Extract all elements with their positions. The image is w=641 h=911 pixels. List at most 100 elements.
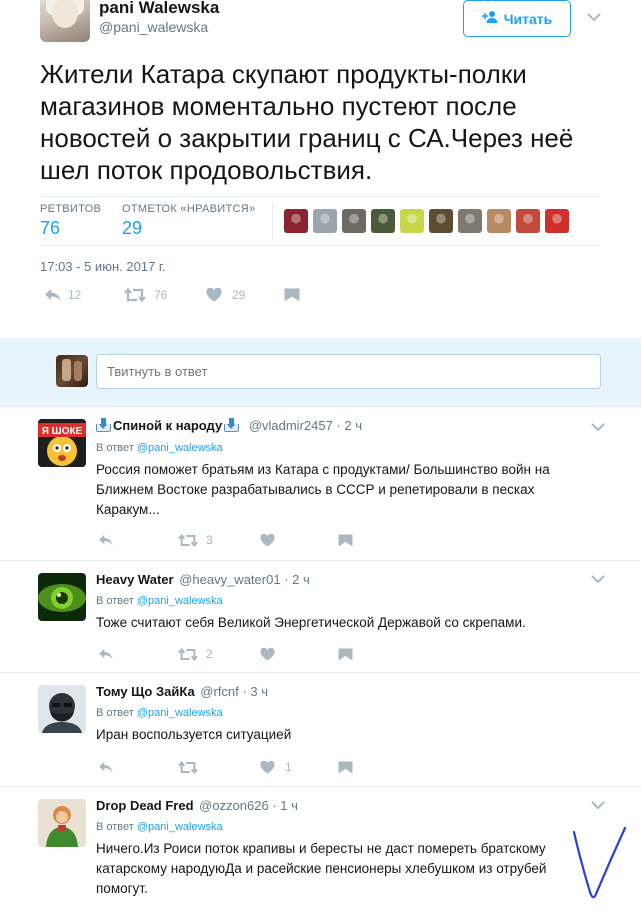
likes-label: ОТМЕТОК «НРАВИТСЯ» [122, 203, 256, 215]
in-reply-to: В ответ @pani_walewska [96, 442, 223, 454]
tweet-actions: 12 76 29 [44, 288, 300, 302]
inbox-tray-icon [224, 418, 240, 432]
reply-time-separator: · [284, 572, 293, 587]
message-action[interactable] [284, 288, 300, 302]
reply-time[interactable]: 1 ч [280, 798, 298, 813]
reply-actions: 3 [98, 533, 353, 547]
liker-avatar[interactable] [429, 209, 453, 233]
author-handle[interactable]: @pani_walewska [99, 19, 208, 35]
tweet-timestamp[interactable]: 17:03 - 5 июн. 2017 г. [40, 259, 166, 274]
direct-message-icon [338, 533, 353, 547]
likers-avatars [284, 209, 569, 233]
user-avatar[interactable] [56, 355, 88, 387]
reply-count: 12 [68, 288, 82, 302]
liker-avatar[interactable] [516, 209, 540, 233]
reply-tweet: Тому Що ЗайКа @rfcnf · 3 ч В ответ @pani… [0, 673, 641, 787]
retweets-label: РЕТВИТОВ [40, 203, 102, 215]
reply-actions: 1 [98, 760, 353, 774]
reply-avatar[interactable]: Я ШОКЕ [38, 419, 86, 467]
retweet-icon [178, 760, 198, 774]
liker-avatar[interactable] [342, 209, 366, 233]
in-reply-to: В ответ @pani_walewska [96, 707, 223, 719]
liker-avatar[interactable] [371, 209, 395, 233]
reply-action[interactable]: 12 [44, 288, 124, 302]
reply-tweet: Heavy Water @heavy_water01 · 2 ч В ответ… [0, 561, 641, 673]
likes-count: 29 [122, 218, 143, 238]
reply-action[interactable] [98, 761, 178, 773]
in-reply-to: В ответ @pani_walewska [96, 821, 223, 833]
author-name[interactable]: pani Walewska [99, 0, 219, 18]
reply-header: Heavy Water @heavy_water01 · 2 ч [96, 572, 310, 587]
reply-input[interactable] [96, 354, 601, 389]
chevron-down-icon[interactable] [587, 12, 601, 22]
reply-time[interactable]: 2 ч [292, 572, 310, 587]
reply-author-handle[interactable]: @heavy_water01 [179, 572, 280, 587]
like-action[interactable] [260, 647, 338, 661]
reply-author-name[interactable]: Спиной к народу [113, 418, 222, 433]
reply-author-name[interactable]: Drop Dead Fred [96, 798, 194, 813]
reply-time[interactable]: 2 ч [344, 418, 362, 433]
in-reply-mention[interactable]: @pani_walewska [137, 595, 223, 607]
reply-icon [98, 761, 114, 773]
like-action[interactable] [260, 533, 338, 547]
direct-message-icon [338, 647, 353, 661]
heart-icon [260, 533, 275, 547]
liker-avatar[interactable] [545, 209, 569, 233]
reply-icon [44, 288, 62, 302]
in-reply-mention[interactable]: @pani_walewska [137, 821, 223, 833]
reply-avatar[interactable] [38, 685, 86, 733]
inbox-tray-icon [96, 418, 111, 432]
retweet-action[interactable]: 2 [178, 647, 260, 661]
like-action[interactable]: 29 [206, 288, 284, 302]
retweet-action[interactable]: 3 [178, 533, 260, 547]
reply-action[interactable] [98, 534, 178, 546]
reply-avatar[interactable] [38, 799, 86, 847]
direct-message-icon [338, 760, 353, 774]
like-action[interactable]: 1 [260, 760, 338, 774]
reply-avatar[interactable] [38, 573, 86, 621]
in-reply-mention[interactable]: @pani_walewska [137, 707, 223, 719]
retweet-icon [178, 647, 198, 661]
likes-stat[interactable]: ОТМЕТОК «НРАВИТСЯ» 29 [122, 203, 255, 239]
reply-time[interactable]: 3 ч [250, 684, 268, 699]
in-reply-to: В ответ @pani_walewska [96, 595, 223, 607]
reply-actions: 2 [98, 647, 353, 661]
reply-text: Иран воспользуется ситуацией [96, 727, 292, 742]
tweet-stats: РЕТВИТОВ 76 ОТМЕТОК «НРАВИТСЯ» 29 [40, 196, 600, 246]
chevron-down-icon[interactable] [591, 574, 605, 584]
retweet-count: 76 [154, 288, 168, 302]
liker-avatar[interactable] [400, 209, 424, 233]
chevron-down-icon[interactable] [591, 800, 605, 810]
reply-icon [98, 534, 114, 546]
retweet-icon [178, 533, 198, 547]
stats-divider [272, 202, 273, 240]
liker-avatar[interactable] [284, 209, 308, 233]
reply-author-name[interactable]: Heavy Water [96, 572, 174, 587]
reply-action[interactable] [98, 648, 178, 660]
add-user-icon [481, 10, 498, 27]
reply-author-handle[interactable]: @rfcnf [200, 684, 238, 699]
reply-author-handle[interactable]: @ozzon626 [199, 798, 269, 813]
reply-tweet: Я ШОКЕ Спиной к народу @vladmir2457 · 2 … [0, 407, 641, 561]
message-action[interactable] [338, 760, 353, 774]
retweets-stat[interactable]: РЕТВИТОВ 76 [40, 203, 101, 239]
reply-text: Ничего.Из Роиси поток крапивы и бересты … [96, 841, 547, 896]
message-action[interactable] [338, 647, 353, 661]
like-count: 1 [285, 760, 292, 774]
chevron-down-icon[interactable] [591, 422, 605, 432]
liker-avatar[interactable] [313, 209, 337, 233]
heart-icon [260, 647, 275, 661]
direct-message-icon [284, 288, 300, 302]
retweet-action[interactable] [178, 760, 260, 774]
liker-avatar[interactable] [458, 209, 482, 233]
retweet-count: 3 [206, 533, 213, 547]
liker-avatar[interactable] [487, 209, 511, 233]
reply-author-name[interactable]: Тому Що ЗайКа [96, 684, 195, 699]
message-action[interactable] [338, 533, 353, 547]
follow-button[interactable]: Читать [463, 0, 571, 37]
in-reply-mention[interactable]: @pani_walewska [137, 442, 223, 454]
in-reply-prefix: В ответ [96, 707, 134, 719]
retweet-action[interactable]: 76 [124, 288, 206, 302]
author-avatar[interactable] [40, 0, 90, 42]
reply-author-handle[interactable]: @vladmir2457 [249, 418, 333, 433]
